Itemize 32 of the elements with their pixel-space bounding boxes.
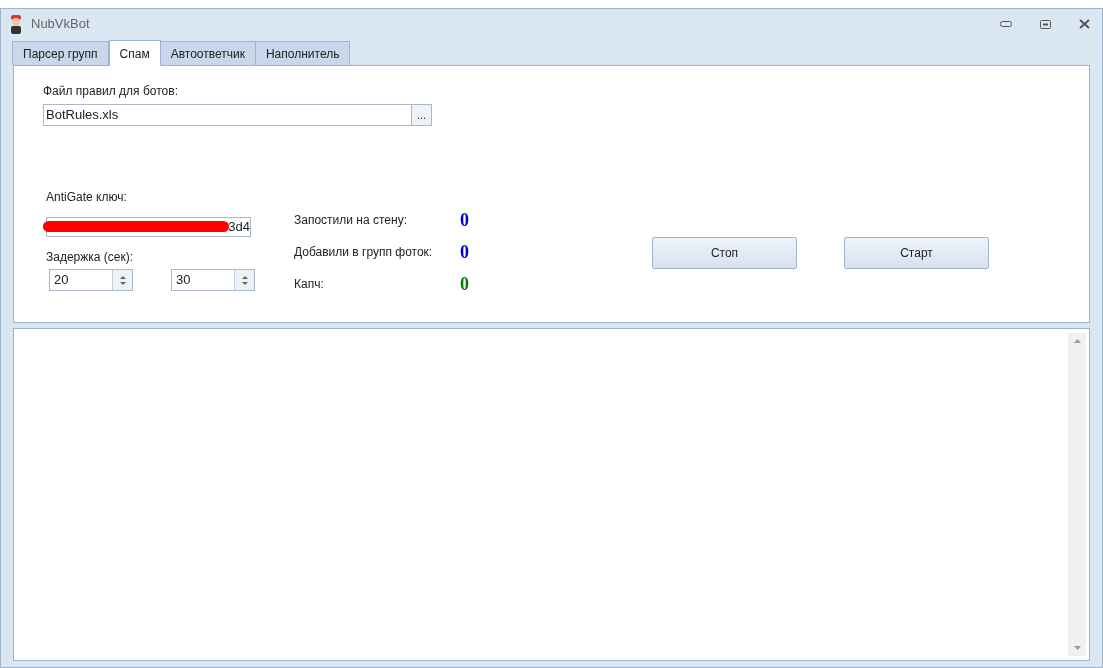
stat-value: 0 [460, 208, 469, 232]
stat-label: Добавили в групп фоток: [294, 244, 434, 261]
maximize-icon[interactable] [1040, 19, 1051, 29]
up-arrow-icon[interactable] [119, 275, 126, 279]
window-title: NubVkBot [31, 15, 90, 34]
number-spinner[interactable]: 20 [49, 269, 133, 291]
up-arrow-icon[interactable] [241, 275, 248, 279]
field-label: Задержка (сек): [46, 249, 135, 266]
spinner-value: 20 [53, 271, 70, 289]
stat-label: Капч: [294, 276, 325, 293]
stat-label: Запостили на стену: [294, 212, 408, 229]
number-spinner[interactable]: 30 [171, 269, 255, 291]
tab[interactable]: Автоответчик [159, 41, 256, 65]
action-button[interactable]: Стоп [652, 237, 797, 269]
tab[interactable]: Спам [108, 40, 161, 66]
file-path-value: BotRules.xls [45, 106, 120, 124]
stat-value: 0 [460, 240, 469, 264]
key-value: 3d4 [228, 218, 250, 236]
spinner-value: 30 [175, 271, 192, 289]
avatar-icon [9, 14, 23, 34]
action-button[interactable]: Старт [844, 237, 989, 269]
tab[interactable]: Наполнитель [254, 41, 351, 65]
stat-value: 0 [460, 272, 469, 296]
minimize-icon[interactable] [1000, 21, 1012, 27]
close-icon[interactable] [1079, 19, 1090, 29]
file-path-field[interactable]: BotRules.xls ... [43, 104, 432, 126]
down-arrow-icon[interactable] [119, 281, 126, 285]
field-label: AntiGate ключ: [46, 189, 128, 206]
browse-button[interactable]: ... [411, 105, 431, 125]
field-label: Файл правил для ботов: [43, 83, 179, 100]
tab[interactable]: Парсер групп [12, 41, 109, 65]
down-arrow-icon[interactable] [241, 281, 248, 285]
